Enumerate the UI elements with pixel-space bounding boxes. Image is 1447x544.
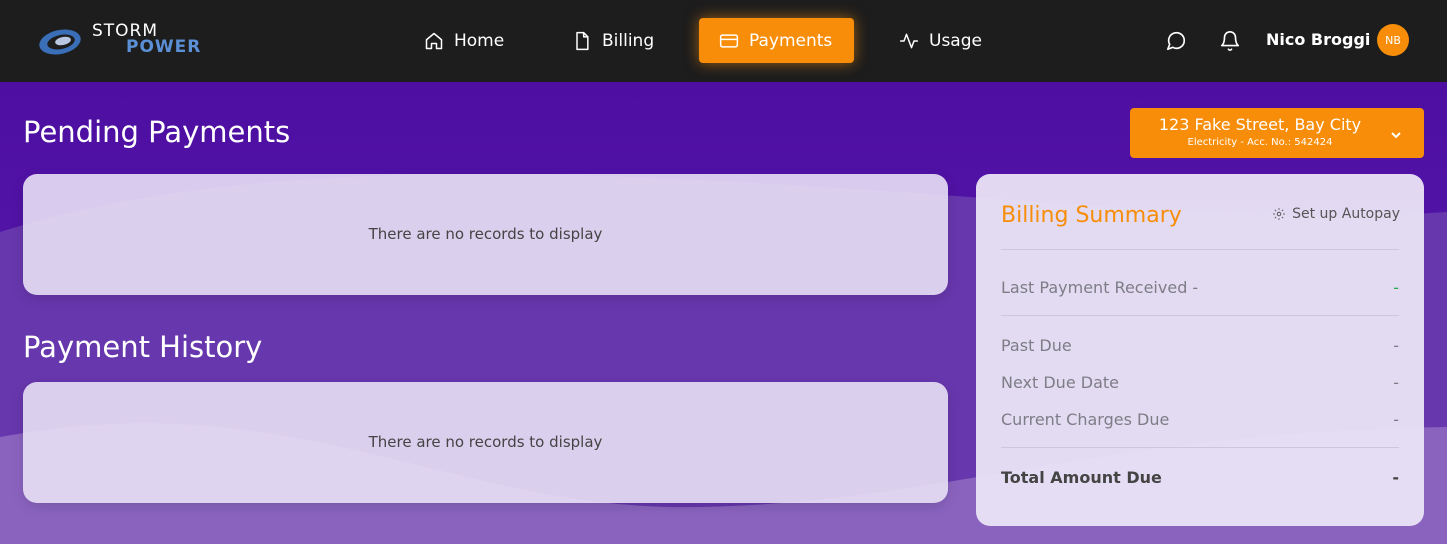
- logo-text-power: POWER: [126, 37, 202, 57]
- setup-autopay-label: Set up Autopay: [1292, 206, 1400, 222]
- billing-summary-title: Billing Summary: [1001, 203, 1182, 228]
- total-due-value: -: [1392, 468, 1399, 487]
- pending-payments-card: There are no records to display: [23, 174, 948, 295]
- past-due-label: Past Due: [1001, 336, 1072, 355]
- next-due-label: Next Due Date: [1001, 373, 1119, 392]
- gear-icon: [1273, 208, 1285, 220]
- last-payment-label: Last Payment Received -: [1001, 278, 1199, 297]
- nav-home[interactable]: Home: [404, 18, 524, 63]
- pending-empty-message: There are no records to display: [368, 225, 603, 243]
- storm-power-logo[interactable]: STORM POWER: [38, 20, 253, 62]
- account-details: Electricity - Acc. No.: 542424: [1187, 137, 1333, 148]
- total-due-label: Total Amount Due: [1001, 468, 1162, 487]
- chat-button[interactable]: [1165, 30, 1187, 52]
- bell-icon: [1220, 31, 1240, 51]
- history-empty-message: There are no records to display: [368, 433, 603, 451]
- avatar[interactable]: NB: [1377, 24, 1409, 56]
- nav-billing[interactable]: Billing: [552, 18, 674, 63]
- summary-divider: [1001, 447, 1399, 448]
- current-charges-value: -: [1393, 410, 1399, 429]
- billing-summary-card: Billing Summary Set up Autopay Last Paym…: [976, 174, 1424, 526]
- summary-divider: [1001, 249, 1399, 250]
- last-payment-value: -: [1393, 278, 1399, 297]
- summary-divider: [1001, 315, 1399, 316]
- nav-payments-label: Payments: [749, 30, 833, 51]
- pending-payments-title: Pending Payments: [23, 115, 291, 149]
- account-selector[interactable]: 123 Fake Street, Bay City Electricity - …: [1130, 108, 1424, 158]
- payment-history-title: Payment History: [23, 330, 263, 364]
- user-name[interactable]: Nico Broggi: [1266, 30, 1370, 49]
- past-due-value: -: [1393, 336, 1399, 355]
- home-icon: [425, 32, 443, 49]
- account-address: 123 Fake Street, Bay City: [1158, 115, 1362, 134]
- payment-history-card: There are no records to display: [23, 382, 948, 503]
- setup-autopay-button[interactable]: Set up Autopay: [1272, 206, 1400, 222]
- chat-icon: [1166, 31, 1186, 51]
- notifications-button[interactable]: [1219, 30, 1241, 52]
- file-icon: [576, 31, 589, 50]
- nav-home-label: Home: [454, 30, 505, 51]
- nav-payments[interactable]: Payments: [699, 18, 854, 63]
- logo-swirl-icon: [39, 29, 81, 55]
- nav-usage-label: Usage: [929, 30, 982, 51]
- top-navbar: STORM POWER Home Billing Payments Usage …: [0, 0, 1447, 82]
- activity-icon: [899, 33, 919, 48]
- credit-card-icon: [719, 33, 739, 48]
- chevron-down-icon: [1390, 126, 1402, 139]
- next-due-value: -: [1393, 373, 1399, 392]
- current-charges-label: Current Charges Due: [1001, 410, 1170, 429]
- nav-usage[interactable]: Usage: [879, 18, 1002, 63]
- nav-billing-label: Billing: [602, 30, 655, 51]
